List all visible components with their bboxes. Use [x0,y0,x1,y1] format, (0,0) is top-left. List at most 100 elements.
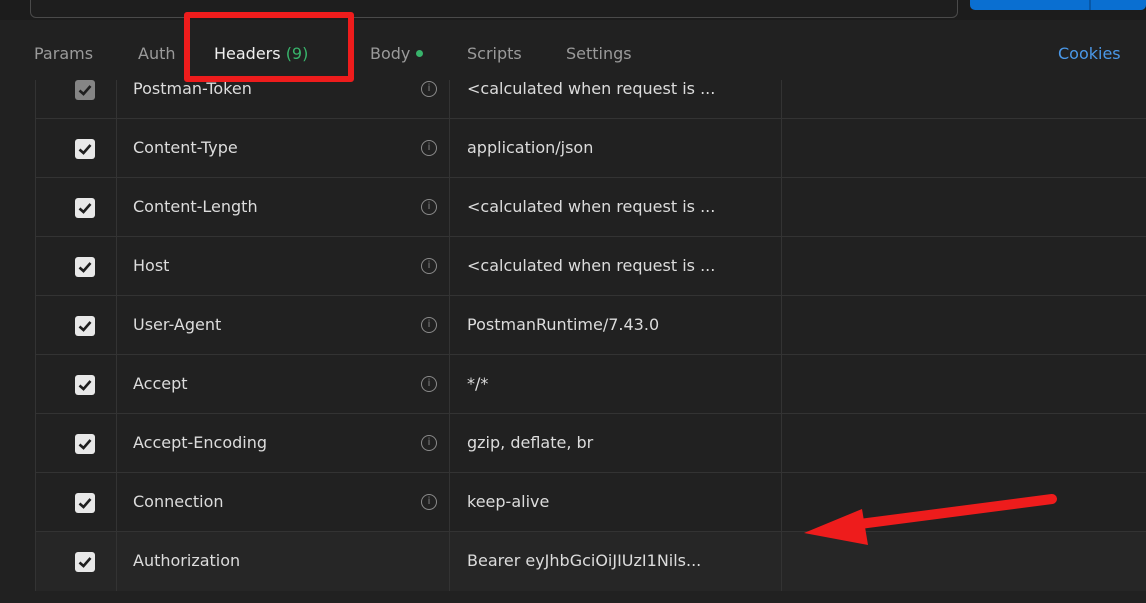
check-icon [78,557,92,568]
cell-divider [781,414,782,473]
cell-divider [35,237,36,296]
send-button[interactable] [970,0,1146,10]
check-icon [78,144,92,155]
cell-divider [449,414,450,473]
cell-divider [781,237,782,296]
cell-divider [449,80,450,119]
info-icon[interactable]: i [421,494,437,510]
info-icon[interactable]: i [421,317,437,333]
headers-highlight-box [184,12,354,82]
check-icon [78,203,92,214]
cookies-link[interactable]: Cookies [1058,44,1121,63]
header-key[interactable]: Postman-Token [133,80,252,98]
cell-divider [781,178,782,237]
tab-auth[interactable]: Auth [138,44,176,63]
table-row: Accept i */* [35,354,1146,414]
check-icon [78,380,92,391]
cell-divider [35,355,36,414]
cell-divider [449,296,450,355]
cell-divider [35,296,36,355]
info-icon[interactable]: i [421,376,437,392]
header-value[interactable]: application/json [467,138,593,157]
header-key[interactable]: Connection [133,492,224,511]
header-key[interactable]: Authorization [133,551,240,570]
header-key[interactable]: Host [133,256,169,275]
table-row: Postman-Token i <calculated when request i… [35,80,1146,119]
cell-divider [116,237,117,296]
table-row: Host i <calculated when request is ... [35,236,1146,296]
cell-divider [35,80,36,119]
send-dropdown-divider [1089,0,1091,10]
info-icon[interactable]: i [421,258,437,274]
header-value[interactable]: Bearer eyJhbGciOiJIUzI1Nils... [467,551,701,570]
header-key[interactable]: Accept-Encoding [133,433,267,452]
cell-divider [35,178,36,237]
header-enabled-checkbox[interactable] [75,316,95,336]
body-status-dot [416,50,424,57]
table-row: User-Agent i PostmanRuntime/7.43.0 [35,295,1146,355]
header-value[interactable]: gzip, deflate, br [467,433,593,452]
header-key[interactable]: Accept [133,374,188,393]
cell-divider [449,473,450,532]
header-enabled-checkbox[interactable] [75,139,95,159]
header-value[interactable]: PostmanRuntime/7.43.0 [467,315,659,334]
table-row: Content-Length i <calculated when request … [35,177,1146,237]
header-value[interactable]: keep-alive [467,492,549,511]
header-enabled-checkbox[interactable] [75,493,95,513]
cell-divider [116,355,117,414]
cell-divider [781,473,782,532]
cell-divider [35,532,36,591]
check-icon [78,498,92,509]
check-icon [78,321,92,332]
cell-divider [781,355,782,414]
cell-divider [781,296,782,355]
cell-divider [116,119,117,178]
header-value[interactable]: <calculated when request is ... [467,256,715,275]
tab-body[interactable]: Body [370,44,424,63]
tab-body-label: Body [370,44,411,63]
header-enabled-checkbox[interactable] [75,80,95,100]
tab-settings[interactable]: Settings [566,44,632,63]
cell-divider [116,473,117,532]
cell-divider [116,296,117,355]
cell-divider [35,414,36,473]
table-row: Content-Type i application/json [35,118,1146,178]
check-icon [78,262,92,273]
header-enabled-checkbox[interactable] [75,198,95,218]
cell-divider [116,178,117,237]
header-value[interactable]: <calculated when request is ... [467,80,715,98]
header-key[interactable]: User-Agent [133,315,221,334]
tab-params[interactable]: Params [34,44,93,63]
cell-divider [35,119,36,178]
cell-divider [116,414,117,473]
info-icon[interactable]: i [421,81,437,97]
cell-divider [449,355,450,414]
cell-divider [449,119,450,178]
info-icon[interactable]: i [421,140,437,156]
header-value[interactable]: */* [467,374,488,393]
info-icon[interactable]: i [421,435,437,451]
cell-divider [781,80,782,119]
request-tabs: Params Auth Headers (9) Body Scripts Set… [0,32,1146,80]
header-enabled-checkbox[interactable] [75,434,95,454]
cell-divider [781,119,782,178]
header-enabled-checkbox[interactable] [75,257,95,277]
tab-scripts[interactable]: Scripts [467,44,522,63]
check-icon [78,85,92,96]
cell-divider [449,237,450,296]
cell-divider [449,178,450,237]
header-key[interactable]: Content-Type [133,138,238,157]
cell-divider [781,532,782,591]
url-input[interactable] [30,0,958,18]
header-enabled-checkbox[interactable] [75,375,95,395]
header-enabled-checkbox[interactable] [75,552,95,572]
header-key[interactable]: Content-Length [133,197,258,216]
cell-divider [35,473,36,532]
info-icon[interactable]: i [421,199,437,215]
top-bar [0,0,1146,20]
check-icon [78,439,92,450]
annotation-arrow-icon [804,494,1057,545]
header-value[interactable]: <calculated when request is ... [467,197,715,216]
cell-divider [116,532,117,591]
cell-divider [449,532,450,591]
